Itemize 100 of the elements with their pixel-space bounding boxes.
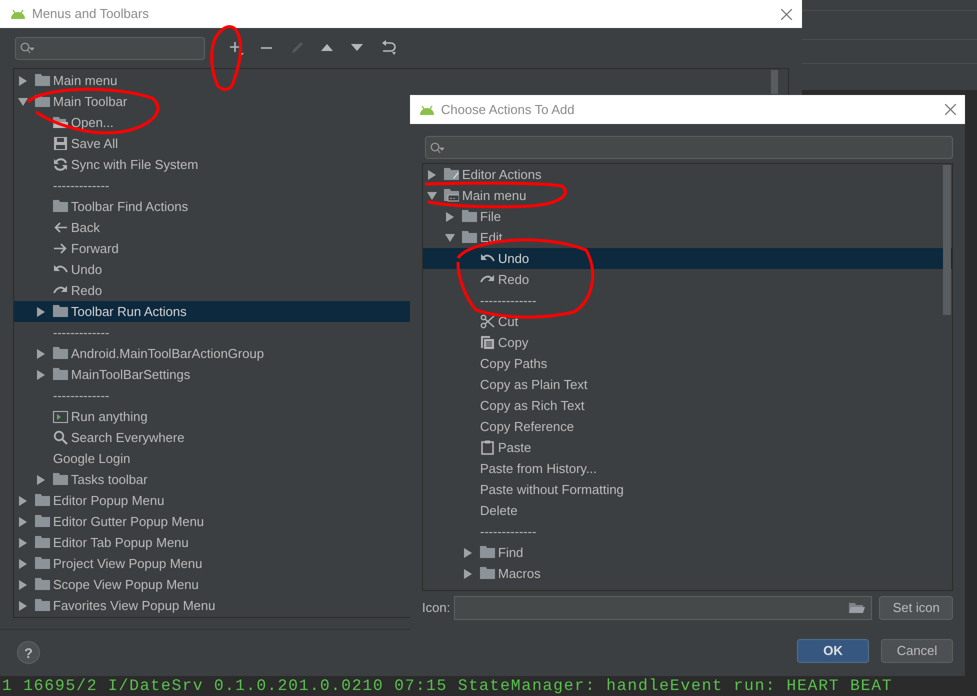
tree-item-label: Copy as Rich Text [480,396,585,415]
folder-icon [35,493,50,508]
tree-item-label: Editor Tab Popup Menu [53,534,189,552]
tree-row[interactable]: Save All [14,133,788,154]
search-icon [53,430,68,445]
tree-row[interactable]: Copy Paths [423,353,952,374]
tree-item-label: Paste [498,438,532,457]
tree-item-label: Redo [71,282,102,300]
tree-row[interactable]: Copy as Rich Text [423,395,952,416]
folder-icon [462,209,477,224]
search-icon [430,142,444,154]
tree-item-label: Delete [480,502,518,520]
separator-text: ------------- [480,522,536,541]
tree-item-label: Editor Actions [462,166,542,184]
close-icon[interactable] [945,104,956,115]
tree-row[interactable]: Copy [423,332,952,353]
tree-item-label: Redo [498,270,530,289]
cancel-button[interactable]: Cancel [881,639,953,663]
separator-text: ------------- [53,324,110,342]
tree-item-label: Save All [71,134,118,153]
tree-row[interactable]: Editor Actions [423,164,952,185]
tree-row[interactable]: Paste from History... [423,458,952,479]
plus-icon[interactable] [228,40,244,56]
icon-path-field[interactable] [454,596,872,620]
android-icon [10,9,26,19]
tree-item-label: Copy as Plain Text [480,376,588,394]
ok-button[interactable]: OK [797,639,869,663]
scrollbar[interactable] [943,165,951,315]
tree-item-label: Copy Paths [480,354,548,373]
tree-item-label: Android.MainToolBarActionGroup [71,344,264,363]
folder-icon [35,514,50,529]
folder-icon [444,188,459,203]
folder-icon [35,535,50,550]
tree-row[interactable]: Copy as Plain Text [423,374,952,395]
tree-item-label: Main menu [53,72,118,90]
tree-item-label: Forward [71,240,119,258]
tree-item-label: Main menu [462,186,526,205]
folder-icon [35,598,50,613]
folder-icon [462,230,477,245]
android-icon [419,104,435,114]
window-title: Choose Actions To Add [441,100,574,119]
right-arrow-icon [53,241,68,256]
tree-item-label: File [480,208,501,226]
console-line: 1 16695/2 I/DateSrv 0.1.0.201.0.0210 07:15 StateManager: handleEvent run: HEART BEAT [2,678,893,696]
clipboard-icon [480,440,495,455]
terminal-icon [53,409,68,424]
folder-icon [480,545,495,560]
tree-row[interactable]: Macros [423,563,952,584]
tree-row[interactable]: Paste without Formatting [423,479,952,500]
tree-item-label: Run anything [71,408,148,426]
tree-row[interactable]: ------------- [423,521,952,542]
scrollbar[interactable] [771,70,778,94]
copy-icon [480,335,495,350]
scissors-icon [480,314,495,329]
folder-icon [480,566,495,581]
tree-item-label: Tasks toolbar [71,470,148,489]
tree-item-label: Search Everywhere [71,428,184,447]
folder-icon [53,367,68,382]
tree-row[interactable]: Redo [423,269,952,290]
tree-row[interactable]: Undo [423,248,952,269]
folder-icon [444,167,459,182]
tree-item-label: Copy Reference [480,418,574,436]
folder-icon [53,304,68,319]
tree-row[interactable]: Main menu [423,185,952,206]
tree-item-label: Toolbar Find Actions [71,198,188,216]
tree-item-label: MainToolBarSettings [71,366,190,384]
tree-item-label: Paste from History... [480,460,597,478]
tree-item-label: Macros [498,564,541,583]
tree-row[interactable]: Main menu [14,70,788,91]
tree-row[interactable]: Paste [423,437,952,458]
close-icon[interactable] [781,8,792,20]
search-field[interactable] [15,36,205,60]
revert-icon[interactable] [380,40,396,56]
help-button[interactable]: ? [17,641,40,664]
tree-item-label: Open... [71,114,114,132]
tree-item-label: Copy [498,334,528,352]
tree-row[interactable]: Copy Reference [423,416,952,437]
search-field[interactable] [425,136,953,159]
tree-item-label: Project View Popup Menu [53,554,202,573]
tree-item-label: Back [71,218,100,237]
tree-item-label: Paste without Formatting [480,480,624,499]
tree-item-label: Editor Popup Menu [53,492,164,510]
tree-item-label: Scope View Popup Menu [53,576,199,594]
folder-icon [35,577,50,592]
tree-item-label: Main Toolbar [53,92,128,111]
set-icon-button[interactable]: Set icon [879,596,953,620]
tree-row[interactable]: Delete [423,500,952,521]
folder-icon [35,73,50,88]
tree-row[interactable]: Find [423,542,952,563]
tree-item-label: Sync with File System [71,156,198,174]
folder-icon [35,556,50,571]
tree-item-label: Editor Gutter Popup Menu [53,512,204,531]
tree-row[interactable]: File [423,206,952,227]
folder-icon [53,472,68,487]
tree-item-label: Undo [71,260,102,279]
icon-label: Icon: [422,599,450,618]
sync-icon [53,157,68,172]
tree-item-label: Undo [498,250,530,268]
folder-icon [53,346,68,361]
folder-icon[interactable] [849,602,866,614]
